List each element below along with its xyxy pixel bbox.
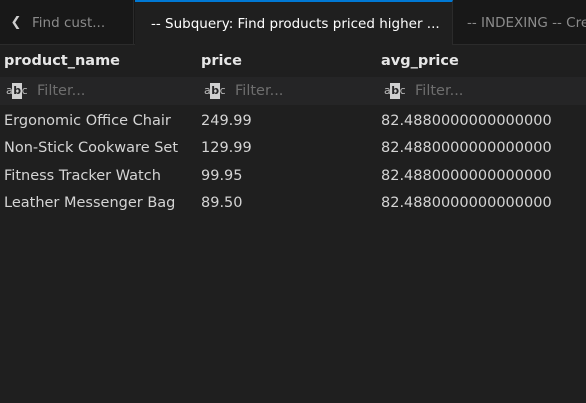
text-filter-icon: abc	[204, 83, 226, 99]
cell-price[interactable]: 249.99	[201, 107, 252, 135]
tab-label: -- Subquery: Find products priced higher…	[151, 15, 440, 32]
tab-find-customers[interactable]: ❮ Find cust...	[0, 0, 134, 45]
text-filter-icon: abc	[6, 83, 28, 99]
cell-avg-price[interactable]: 82.4880000000000000	[381, 190, 552, 218]
cell-product-name[interactable]: Ergonomic Office Chair	[4, 107, 171, 135]
tab-subquery-active[interactable]: -- Subquery: Find products priced higher…	[135, 0, 453, 45]
tab-label: Find cust...	[32, 14, 106, 31]
filter-input-product-name[interactable]	[37, 83, 167, 99]
chevron-left-icon[interactable]: ❮	[0, 15, 32, 30]
filter-input-avg-price[interactable]	[415, 83, 545, 99]
tab-bar: ❮ Find cust... -- Subquery: Find product…	[0, 0, 586, 45]
filter-cell-product-name: abc	[6, 77, 167, 105]
column-header-price[interactable]: price	[201, 45, 242, 77]
table-body: Ergonomic Office Chair 249.99 82.4880000…	[0, 105, 586, 217]
column-header-avg-price[interactable]: avg_price	[381, 45, 459, 77]
cell-price[interactable]: 89.50	[201, 190, 243, 218]
table-row[interactable]: Non-Stick Cookware Set 129.99 82.4880000…	[0, 135, 586, 163]
cell-product-name[interactable]: Leather Messenger Bag	[4, 190, 175, 218]
text-filter-icon: abc	[384, 83, 406, 99]
filter-cell-price: abc	[204, 77, 365, 105]
tab-indexing[interactable]: -- INDEXING -- Cre	[454, 0, 586, 45]
cell-avg-price[interactable]: 82.4880000000000000	[381, 162, 552, 190]
cell-price[interactable]: 99.95	[201, 162, 243, 190]
cell-avg-price[interactable]: 82.4880000000000000	[381, 107, 552, 135]
table-row[interactable]: Ergonomic Office Chair 249.99 82.4880000…	[0, 107, 586, 135]
table-row[interactable]: Fitness Tracker Watch 99.95 82.488000000…	[0, 162, 586, 190]
cell-avg-price[interactable]: 82.4880000000000000	[381, 135, 552, 163]
cell-price[interactable]: 129.99	[201, 135, 252, 163]
cell-product-name[interactable]: Non-Stick Cookware Set	[4, 135, 178, 163]
tab-label: -- INDEXING -- Cre	[467, 14, 586, 31]
column-header-row: product_name price avg_price	[0, 45, 586, 77]
cell-product-name[interactable]: Fitness Tracker Watch	[4, 162, 161, 190]
column-header-product-name[interactable]: product_name	[4, 45, 120, 77]
filter-row: abc abc abc	[0, 77, 586, 105]
filter-cell-avg-price: abc	[384, 77, 545, 105]
results-grid: product_name price avg_price abc abc abc…	[0, 45, 586, 217]
filter-input-price[interactable]	[235, 83, 365, 99]
table-row[interactable]: Leather Messenger Bag 89.50 82.488000000…	[0, 190, 586, 218]
